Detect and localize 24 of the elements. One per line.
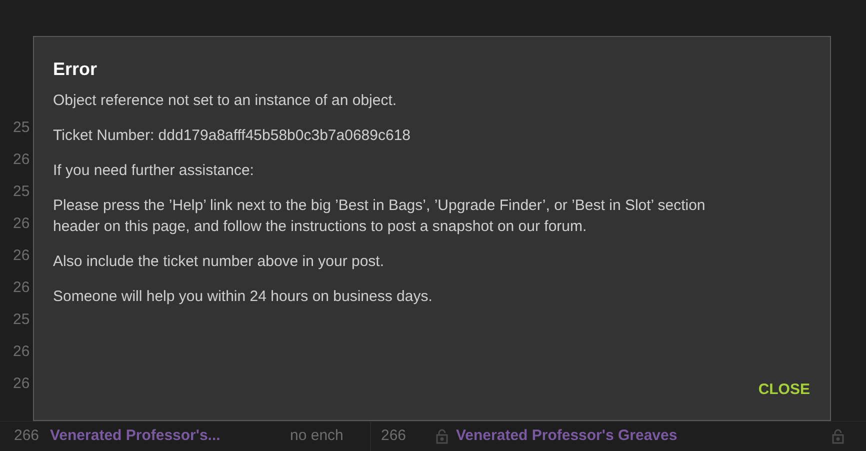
item-name: Venerated Professor's Greaves [456,426,678,446]
dialog-title: Error [53,58,98,81]
row-number: 25 [13,310,30,330]
lock-icon [832,429,844,444]
row-number: 26 [13,150,30,170]
enchant-label: no ench [290,426,344,446]
item-level: 266 [381,426,408,446]
message-text: Object reference not set to an instance of an object. [53,91,398,111]
message-text: Also include the ticket number above in your post. [53,252,386,272]
message-text: Please press the ’Help’ link next to the big ’Best in Bags’, ’Upgrade Finder’, or ’Best in Slot’ section header on this page, and follow the instructions to post a snapshot on our forum. [53,196,706,237]
row-number: 26 [13,342,30,362]
row-number: 26 [13,246,30,266]
item-level: 266 [14,426,40,446]
row-number: 26 [13,374,30,394]
row-number: 25 [13,118,30,138]
row-number: 25 [13,182,30,202]
row-number: 26 [13,278,30,298]
lock-icon [436,429,448,444]
item-name: Venerated Professor's... [50,426,222,446]
message-text: If you need further assistance: [53,161,255,181]
close-button[interactable]: CLOSE [757,378,811,401]
row-number: 26 [13,214,30,234]
message-text: Someone will help you within 24 hours on business days. [53,287,434,307]
message-text: Ticket Number: ddd179a8afff45b58b0c3b7a0689c618 [53,126,412,146]
